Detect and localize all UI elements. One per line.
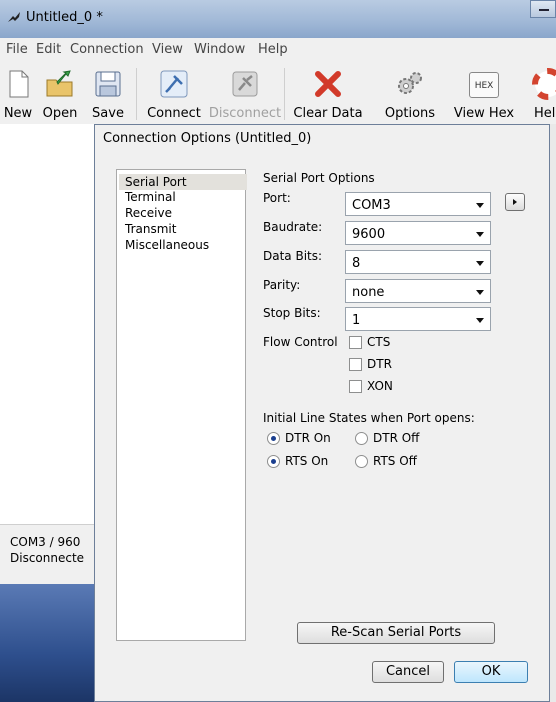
rts-on-label: RTS On xyxy=(285,454,329,468)
connect-button[interactable]: Connect xyxy=(140,66,208,122)
view-hex-button[interactable]: HEX View Hex xyxy=(446,66,522,122)
new-button[interactable]: New xyxy=(0,66,36,122)
gears-icon xyxy=(398,72,422,94)
window-titlebar: Untitled_0 * xyxy=(0,0,556,38)
chevron-down-icon xyxy=(476,261,484,266)
dtr-checkbox[interactable] xyxy=(349,358,362,371)
baudrate-label: Baudrate: xyxy=(263,220,323,234)
options-button[interactable]: Options xyxy=(374,66,446,122)
status-port: COM3 / 960 xyxy=(10,535,81,549)
baudrate-value: 9600 xyxy=(352,227,386,242)
menu-window[interactable]: Window xyxy=(194,42,245,57)
cts-checkbox[interactable] xyxy=(349,336,362,349)
desktop-background xyxy=(0,584,94,702)
cancel-button[interactable]: Cancel xyxy=(372,661,444,683)
menu-help[interactable]: Help xyxy=(258,42,288,57)
minimize-icon xyxy=(539,9,549,11)
minimize-button[interactable] xyxy=(530,0,556,18)
parity-select[interactable]: none xyxy=(345,279,491,303)
category-receive[interactable]: Receive xyxy=(119,205,247,221)
rts-off-radio[interactable] xyxy=(355,455,368,468)
dtr-off-label: DTR Off xyxy=(373,431,420,445)
toolbar-separator xyxy=(136,68,137,120)
databits-label: Data Bits: xyxy=(263,249,323,263)
clear-data-button[interactable]: Clear Data xyxy=(286,66,370,122)
open-label: Open xyxy=(42,106,78,121)
parity-value: none xyxy=(352,285,385,300)
rts-off-label: RTS Off xyxy=(373,454,417,468)
toolbar-separator xyxy=(284,68,285,120)
category-miscellaneous[interactable]: Miscellaneous xyxy=(119,237,247,253)
port-select[interactable]: COM3 xyxy=(345,192,491,216)
stopbits-label: Stop Bits: xyxy=(263,306,321,320)
line-states-heading: Initial Line States when Port opens: xyxy=(263,411,475,425)
help-button[interactable]: Hel xyxy=(524,66,556,122)
connect-label: Connect xyxy=(147,106,201,121)
category-transmit[interactable]: Transmit xyxy=(119,221,247,237)
rescan-serial-ports-button[interactable]: Re-Scan Serial Ports xyxy=(297,622,495,644)
disconnect-label: Disconnect xyxy=(208,106,282,121)
menu-view[interactable]: View xyxy=(152,42,183,57)
dtr-on-label: DTR On xyxy=(285,431,331,445)
category-terminal[interactable]: Terminal xyxy=(119,189,247,205)
status-connection-state: Disconnecte xyxy=(10,551,85,565)
rts-on-radio[interactable] xyxy=(267,455,280,468)
stopbits-value: 1 xyxy=(352,313,361,328)
save-disk-icon xyxy=(95,71,121,97)
menu-file[interactable]: File xyxy=(6,42,28,57)
hex-icon: HEX xyxy=(469,72,499,98)
xon-label: XON xyxy=(367,379,393,393)
dtr-off-radio[interactable] xyxy=(355,432,368,445)
category-serial-port[interactable]: Serial Port xyxy=(119,174,247,190)
help-lifebuoy-icon xyxy=(532,68,556,100)
category-list: Serial Port Terminal Receive Transmit Mi… xyxy=(116,169,247,641)
databits-value: 8 xyxy=(352,256,361,271)
terminal-view[interactable] xyxy=(0,124,95,524)
save-label: Save xyxy=(92,106,124,121)
dialog-title: Connection Options (Untitled_0) xyxy=(103,131,312,146)
status-panel: COM3 / 960 Disconnecte xyxy=(0,524,94,585)
dtr-label: DTR xyxy=(367,357,392,371)
port-info-button[interactable] xyxy=(505,193,525,211)
open-folder-icon xyxy=(46,70,73,97)
clear-x-icon xyxy=(315,71,341,97)
toolbar: New Open Save Connect Disconnect Clear D… xyxy=(0,62,556,125)
dtr-on-radio[interactable] xyxy=(267,432,280,445)
connect-plug-icon xyxy=(160,70,188,98)
open-button[interactable]: Open xyxy=(36,66,84,122)
group-title: Serial Port Options xyxy=(263,171,375,185)
new-file-icon xyxy=(9,70,29,98)
new-label: New xyxy=(3,106,33,121)
options-label: Options xyxy=(384,106,436,121)
triangle-right-icon xyxy=(513,199,517,205)
connection-options-dialog: Connection Options (Untitled_0) Serial P… xyxy=(94,124,550,702)
stopbits-select[interactable]: 1 xyxy=(345,307,491,331)
app-icon xyxy=(8,12,20,22)
xon-checkbox[interactable] xyxy=(349,380,362,393)
help-label: Hel xyxy=(534,106,556,121)
parity-label: Parity: xyxy=(263,278,301,292)
save-button[interactable]: Save xyxy=(88,66,128,122)
chevron-down-icon xyxy=(476,232,484,237)
port-value: COM3 xyxy=(352,198,391,213)
menu-bar: File Edit Connection View Window Help xyxy=(0,38,556,63)
chevron-down-icon xyxy=(476,203,484,208)
menu-edit[interactable]: Edit xyxy=(36,42,61,57)
window-title: Untitled_0 * xyxy=(26,10,103,25)
view-hex-label: View Hex xyxy=(453,106,515,121)
baudrate-select[interactable]: 9600 xyxy=(345,221,491,245)
chevron-down-icon xyxy=(476,290,484,295)
chevron-down-icon xyxy=(476,318,484,323)
ok-button[interactable]: OK xyxy=(454,661,528,683)
cts-label: CTS xyxy=(367,335,391,349)
port-label: Port: xyxy=(263,191,291,205)
disconnect-button[interactable]: Disconnect xyxy=(208,66,282,122)
disconnect-plug-icon xyxy=(232,71,258,97)
flow-control-label: Flow Control xyxy=(263,335,338,349)
clear-data-label: Clear Data xyxy=(293,106,363,121)
menu-connection[interactable]: Connection xyxy=(70,42,144,57)
databits-select[interactable]: 8 xyxy=(345,250,491,274)
